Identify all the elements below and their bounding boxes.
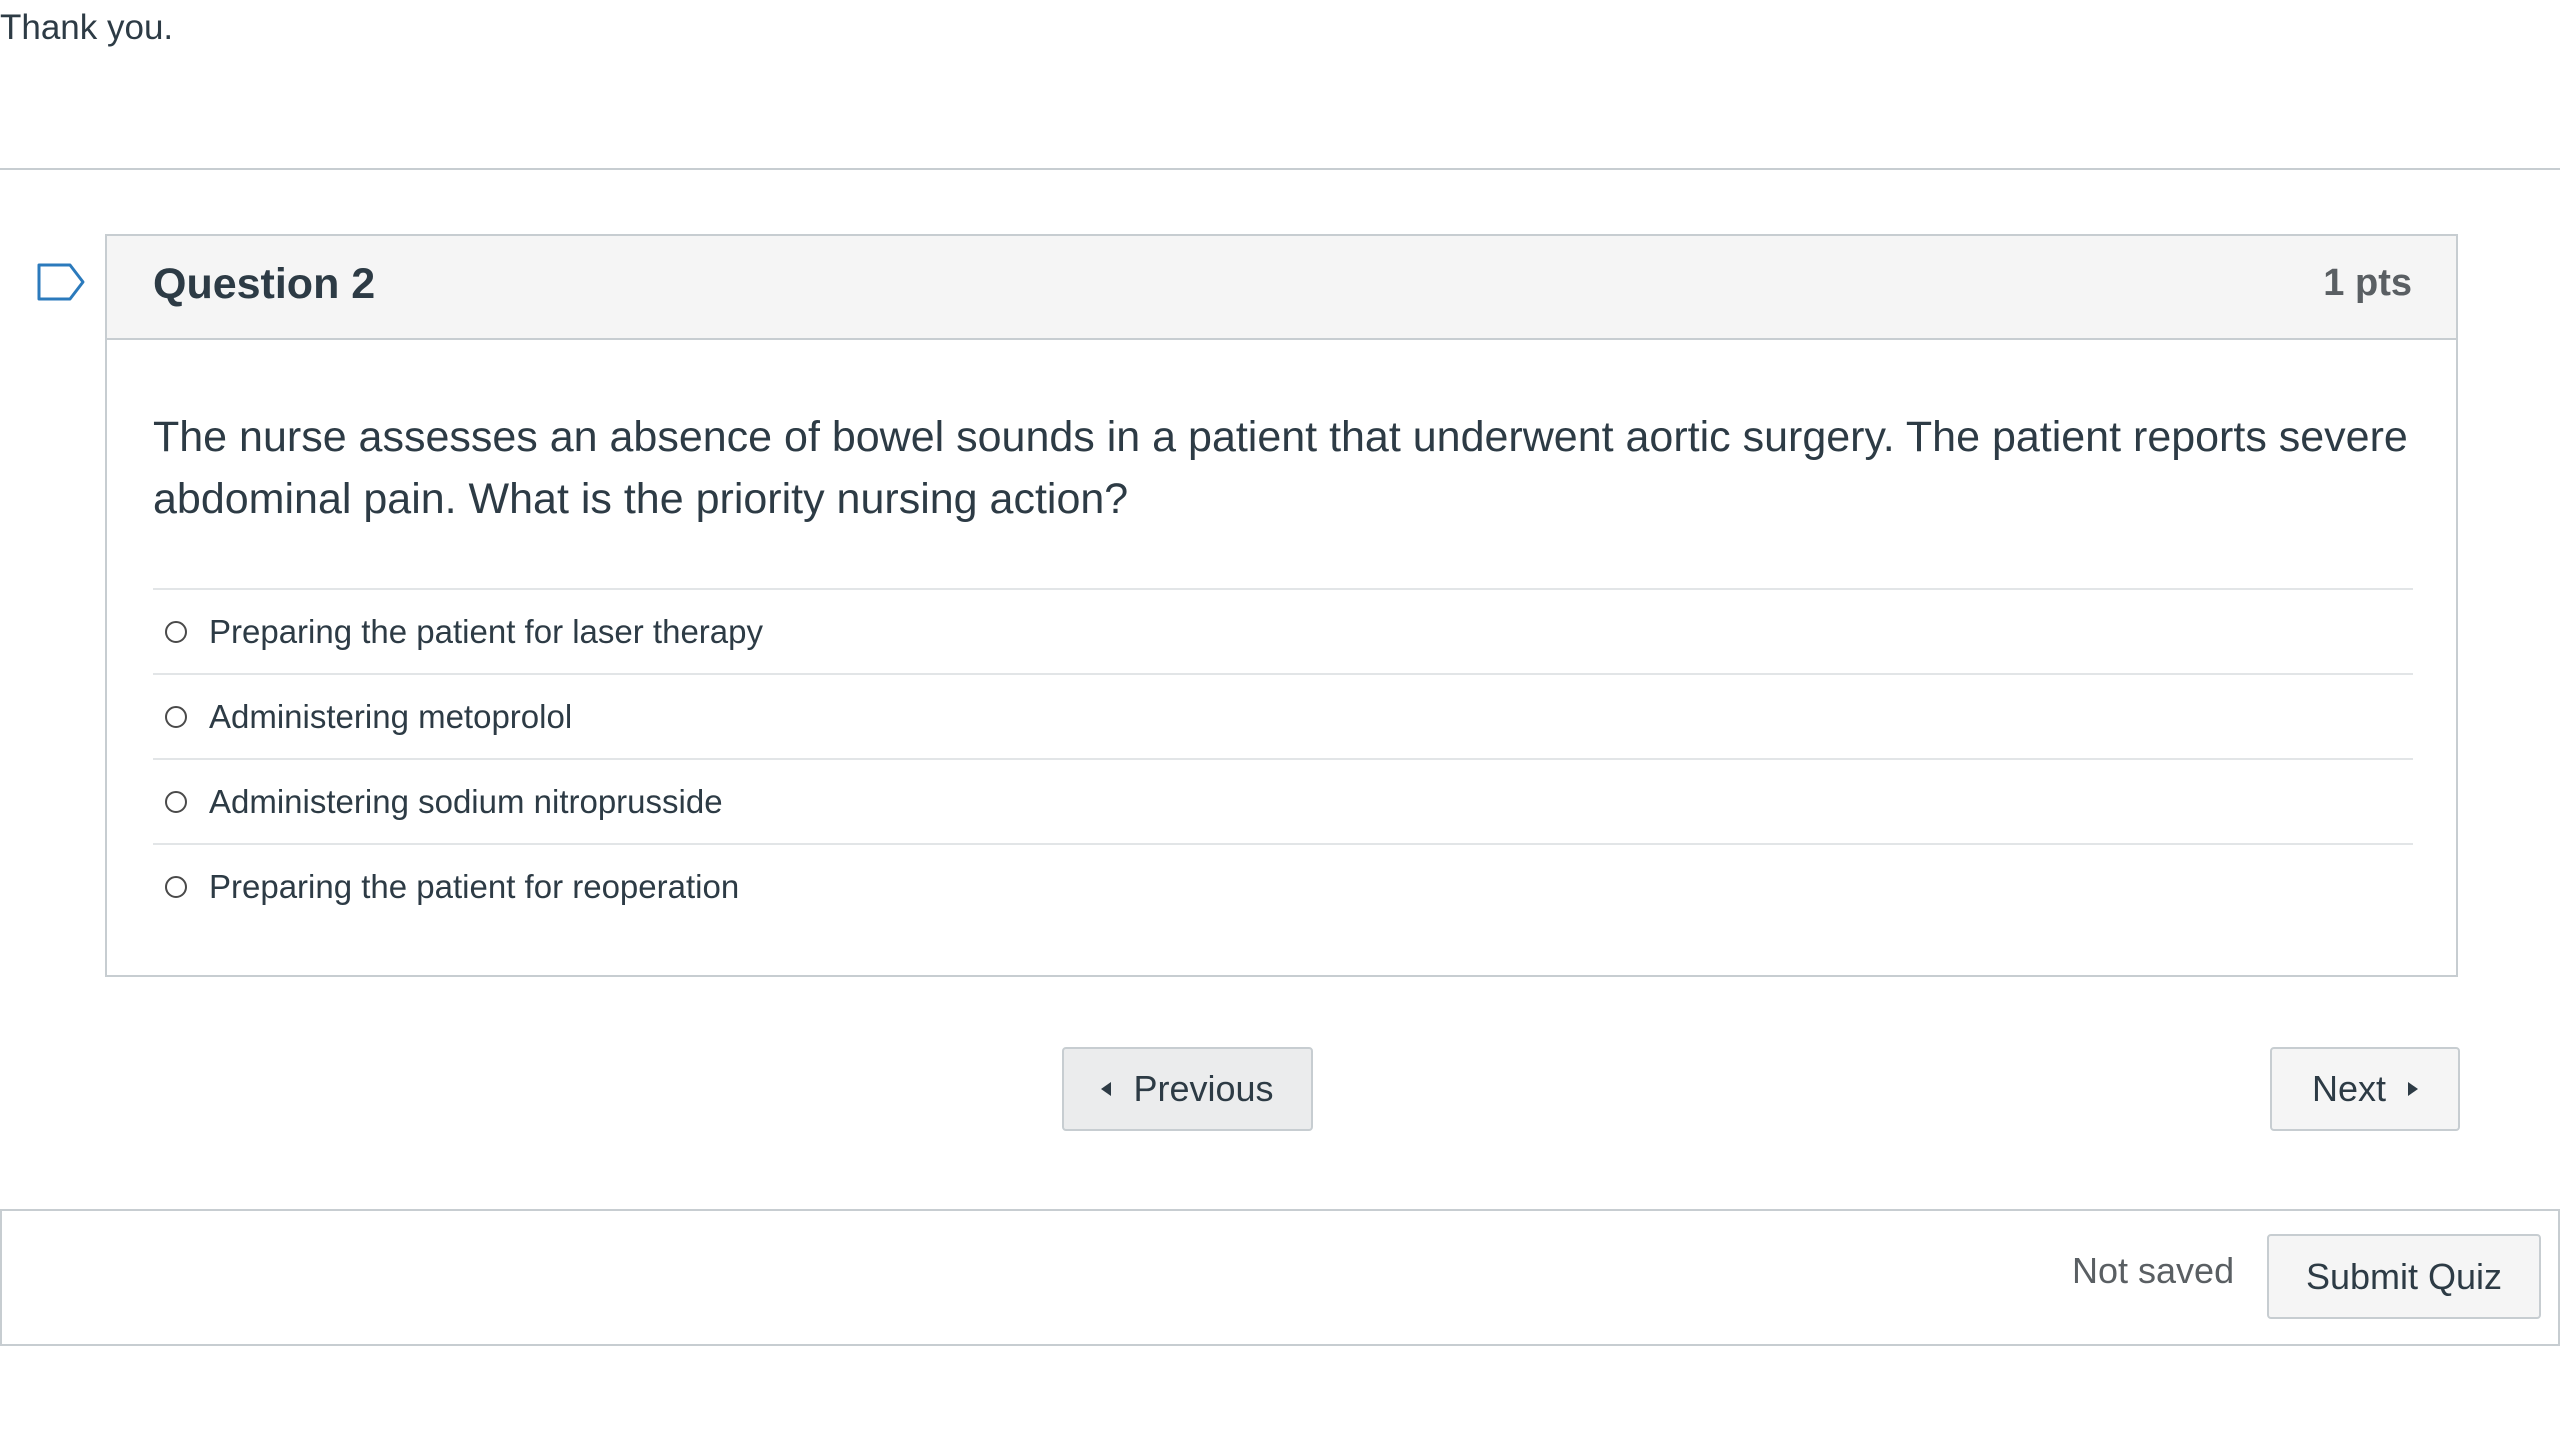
answer-list: Preparing the patient for laser therapy … [153,588,2413,928]
question-text: The nurse assesses an absence of bowel s… [153,413,2408,523]
next-button[interactable]: Next [2270,1047,2460,1131]
question-card: Question 2 1 pts The nurse assesses an a… [105,234,2458,977]
flag-outline-icon[interactable] [36,262,86,302]
answer-option[interactable]: Administering sodium nitroprusside [153,758,2413,843]
submit-quiz-button[interactable]: Submit Quiz [2267,1234,2541,1319]
caret-left-icon [1101,1082,1112,1096]
save-status: Not saved [2072,1250,2235,1291]
radio-button[interactable] [165,620,187,643]
answer-option[interactable]: Preparing the patient for laser therapy [153,588,2413,673]
answer-label: Administering sodium nitroprusside [209,782,723,820]
radio-button[interactable] [165,790,187,813]
question-title: Question 2 [153,260,376,308]
caret-right-icon [2408,1082,2419,1096]
question-header: Question 2 1 pts [107,236,2456,340]
radio-button[interactable] [165,875,187,898]
answer-option[interactable]: Preparing the patient for reoperation [153,843,2413,928]
radio-button[interactable] [165,705,187,728]
answer-label: Administering metoprolol [209,697,573,735]
submit-quiz-label: Submit Quiz [2305,1255,2503,1297]
previous-label: Previous [1133,1068,1274,1109]
answer-label: Preparing the patient for reoperation [209,867,740,905]
next-label: Next [2311,1068,2387,1109]
previous-button[interactable]: Previous [1062,1047,1313,1131]
question-points: 1 pts [2323,262,2412,304]
confirmation-text: Thank you. [0,8,174,47]
divider [0,168,2560,170]
answer-option[interactable]: Administering metoprolol [153,673,2413,758]
answer-label: Preparing the patient for laser therapy [209,612,763,650]
